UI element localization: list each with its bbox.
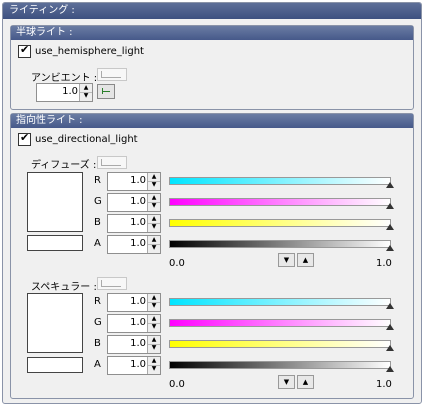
spin-arrows[interactable]: ▲ ▼	[147, 357, 160, 374]
spin-down-icon[interactable]: ▼	[148, 323, 160, 331]
specular-channel-spinner[interactable]: 1.0 ▲ ▼	[107, 335, 161, 354]
specular-scale-min: 0.0	[169, 379, 185, 390]
diffuse-channel-label: G	[94, 196, 102, 207]
specular-channel-value: 1.0	[130, 317, 146, 328]
specular-color-picker-icon[interactable]	[97, 277, 127, 290]
specular-channel-value: 1.0	[130, 359, 146, 370]
specular-color-swatch[interactable]	[27, 293, 83, 353]
diffuse-channel-value: 1.0	[130, 175, 146, 186]
specular-channel-gradient-slider[interactable]	[169, 298, 391, 306]
use-hemisphere-light-label: use_hemisphere_light	[35, 46, 144, 57]
diffuse-channel-spinner[interactable]: 1.0 ▲ ▼	[107, 235, 161, 254]
ambient-label: アンビエント :	[31, 73, 98, 84]
spin-down-icon[interactable]: ▼	[148, 202, 160, 210]
spin-arrows[interactable]: ▲ ▼	[147, 315, 160, 332]
spin-down-icon[interactable]: ▼	[148, 344, 160, 352]
ambient-spinner[interactable]: 1.0 ▲ ▼	[36, 83, 93, 102]
spin-down-icon[interactable]: ▼	[148, 365, 160, 373]
specular-alpha-swatch[interactable]	[27, 357, 83, 373]
directional-group: 指向性ライト : use_directional_light ディフューズ : …	[10, 113, 414, 399]
use-hemisphere-light-checkbox[interactable]	[18, 43, 31, 58]
hemisphere-group-title: 半球ライト :	[11, 26, 413, 40]
spin-down-icon[interactable]: ▼	[148, 244, 160, 252]
spin-arrows[interactable]: ▲ ▼	[147, 194, 160, 211]
spin-arrows[interactable]: ▲ ▼	[147, 215, 160, 232]
diffuse-channel-spinner[interactable]: 1.0 ▲ ▼	[107, 193, 161, 212]
specular-channel-label: R	[94, 296, 101, 307]
specular-channel-label: G	[94, 317, 102, 328]
ambient-link-toggle-icon[interactable]	[97, 84, 115, 99]
specular-channel-slider-handle[interactable]	[386, 366, 394, 372]
diffuse-channel-label: A	[94, 238, 101, 249]
specular-channel-gradient-slider[interactable]	[169, 319, 391, 327]
hemisphere-group: 半球ライト : use_hemisphere_light アンビエント : 1.…	[10, 25, 414, 110]
diffuse-channel-spinner[interactable]: 1.0 ▲ ▼	[107, 172, 161, 191]
spin-arrows[interactable]: ▲ ▼	[147, 173, 160, 190]
specular-channel-spinner[interactable]: 1.0 ▲ ▼	[107, 356, 161, 375]
diffuse-alpha-swatch[interactable]	[27, 235, 83, 251]
diffuse-color-picker-icon[interactable]	[97, 156, 127, 169]
diffuse-channel-value: 1.0	[130, 238, 146, 249]
specular-scroll-down-button[interactable]: ▼	[278, 375, 295, 389]
spin-down-icon[interactable]: ▼	[80, 92, 92, 100]
diffuse-label: ディフューズ :	[31, 160, 97, 171]
diffuse-channel-label: R	[94, 175, 101, 186]
spin-down-icon[interactable]: ▼	[148, 181, 160, 189]
spin-arrows[interactable]: ▲ ▼	[147, 336, 160, 353]
diffuse-channel-value: 1.0	[130, 196, 146, 207]
lighting-panel-title: ライティング :	[3, 3, 421, 19]
specular-channel-slider-handle[interactable]	[386, 303, 394, 309]
diffuse-scroll-up-button[interactable]: ▲	[297, 253, 314, 267]
diffuse-scale-max: 1.0	[376, 258, 392, 269]
specular-channel-value: 1.0	[130, 296, 146, 307]
spin-down-icon[interactable]: ▼	[148, 223, 160, 231]
specular-scroll-up-button[interactable]: ▲	[297, 375, 314, 389]
ambient-value: 1.0	[62, 86, 78, 97]
specular-channel-slider-handle[interactable]	[386, 324, 394, 330]
spin-arrows[interactable]: ▲ ▼	[147, 236, 160, 253]
use-directional-light-checkbox[interactable]	[18, 131, 31, 146]
spin-arrows[interactable]: ▲ ▼	[147, 294, 160, 311]
specular-scale-max: 1.0	[376, 379, 392, 390]
specular-label: スペキュラー :	[31, 282, 97, 293]
diffuse-channel-value: 1.0	[130, 217, 146, 228]
diffuse-channel-slider-handle[interactable]	[386, 203, 394, 209]
spin-down-icon[interactable]: ▼	[148, 302, 160, 310]
diffuse-channel-slider-handle[interactable]	[386, 245, 394, 251]
diffuse-channel-spinner[interactable]: 1.0 ▲ ▼	[107, 214, 161, 233]
diffuse-scale-min: 0.0	[169, 258, 185, 269]
diffuse-channel-slider-handle[interactable]	[386, 182, 394, 188]
diffuse-color-swatch[interactable]	[27, 172, 83, 232]
diffuse-channel-label: B	[94, 217, 101, 228]
lighting-panel: ライティング : 半球ライト : use_hemisphere_light アン…	[2, 2, 422, 404]
diffuse-channel-slider-handle[interactable]	[386, 224, 394, 230]
ambient-color-picker-icon[interactable]	[97, 68, 127, 81]
diffuse-channel-gradient-slider[interactable]	[169, 198, 391, 206]
specular-channel-label: B	[94, 338, 101, 349]
specular-channel-gradient-slider[interactable]	[169, 340, 391, 348]
use-directional-light-label: use_directional_light	[35, 134, 138, 145]
specular-channel-value: 1.0	[130, 338, 146, 349]
ambient-spin-arrows[interactable]: ▲ ▼	[79, 84, 92, 101]
specular-channel-label: A	[94, 359, 101, 370]
directional-group-title: 指向性ライト :	[11, 114, 413, 128]
specular-channel-spinner[interactable]: 1.0 ▲ ▼	[107, 314, 161, 333]
specular-channel-slider-handle[interactable]	[386, 345, 394, 351]
diffuse-channel-gradient-slider[interactable]	[169, 177, 391, 185]
diffuse-scroll-down-button[interactable]: ▼	[278, 253, 295, 267]
diffuse-channel-gradient-slider[interactable]	[169, 240, 391, 248]
specular-channel-gradient-slider[interactable]	[169, 361, 391, 369]
specular-channel-spinner[interactable]: 1.0 ▲ ▼	[107, 293, 161, 312]
diffuse-channel-gradient-slider[interactable]	[169, 219, 391, 227]
